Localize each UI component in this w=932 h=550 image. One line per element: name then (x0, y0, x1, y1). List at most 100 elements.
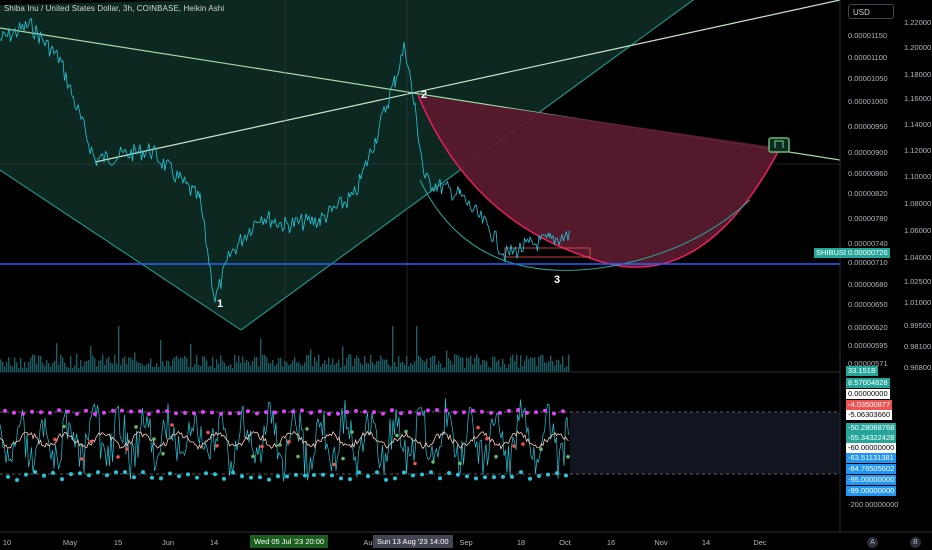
volume-bar (426, 358, 428, 372)
volume-bar (310, 349, 312, 372)
osc-dot-mid (521, 442, 525, 446)
osc-dot-mid (80, 457, 84, 461)
volume-bar (436, 364, 438, 372)
volume-bar (208, 366, 210, 372)
volume-bar (402, 361, 404, 372)
osc-dot-bottom (474, 476, 478, 481)
volume-bar (268, 363, 270, 372)
osc-dot-mid (404, 429, 408, 434)
osc-dot-top (390, 408, 394, 413)
volume-bar (290, 363, 292, 372)
volume-tag: 33.151B (846, 366, 878, 376)
osc-dot-mid (206, 430, 210, 435)
volume-bar (392, 326, 394, 372)
volume-bar (540, 355, 542, 372)
volume-bar (20, 357, 22, 372)
volume-bar (518, 367, 520, 372)
osc-dot-top (435, 408, 439, 412)
price-axis-right-label: 1.14000 (904, 120, 932, 129)
price-axis-left-label: 0.00000650 (848, 300, 888, 309)
osc-dot-top (129, 409, 133, 414)
price-axis-right-label: 1.10000 (904, 172, 932, 181)
osc-dot-top (543, 408, 547, 413)
volume-bar (34, 355, 36, 372)
osc-dot-mid (566, 455, 570, 459)
volume-bar (508, 364, 510, 372)
indicator-tag: -200.00000000 (846, 500, 901, 510)
volume-bar (548, 361, 550, 372)
osc-dot-mid (278, 443, 282, 447)
osc-dot-bottom (546, 472, 550, 477)
volume-bar (498, 359, 500, 372)
osc-dot-top (255, 411, 259, 416)
osc-dot-top (426, 408, 430, 413)
osc-dot-bottom (519, 470, 523, 475)
osc-dot-bottom (195, 475, 199, 480)
volume-bar (204, 356, 206, 372)
price-axis-left-label: 0.00000710 (848, 258, 888, 267)
price-axis-left-label: 0.00000900 (848, 148, 888, 157)
volume-bar (60, 354, 62, 372)
volume-bar (226, 366, 228, 372)
osc-dot-mid (413, 461, 417, 466)
osc-dot-bottom (177, 474, 181, 479)
volume-bar (280, 357, 282, 372)
osc-dot-mid (152, 437, 156, 441)
volume-bar (302, 365, 304, 372)
volume-bar (412, 364, 414, 372)
osc-dot-top (327, 411, 331, 416)
osc-dot-bottom (105, 473, 109, 478)
volume-bar (314, 356, 316, 372)
volume-bar (546, 362, 548, 372)
volume-bar (556, 359, 558, 372)
osc-dot-bottom (60, 477, 64, 482)
indicator-tag: -99.00000000 (846, 486, 897, 496)
volume-bar (370, 355, 372, 372)
volume-bar (560, 364, 562, 372)
volume-bar (424, 361, 426, 372)
price-axis-left-label: 0.00000780 (848, 214, 888, 223)
volume-bar (376, 361, 378, 372)
volume-bar (112, 363, 114, 372)
currency-button[interactable]: USD (848, 4, 894, 19)
osc-dot-bottom (87, 473, 91, 478)
osc-dot-bottom (132, 475, 136, 480)
osc-dot-bottom (186, 472, 190, 477)
volume-bar (386, 359, 388, 372)
volume-bar (218, 363, 220, 372)
osc-dot-bottom (123, 470, 127, 475)
auto-scale-button[interactable]: A (867, 537, 878, 548)
volume-bar (246, 359, 248, 372)
osc-dot-bottom (321, 472, 325, 477)
volume-bar (354, 358, 356, 372)
volume-bar (496, 361, 498, 372)
volume-bar (486, 361, 488, 372)
volume-bar (138, 362, 140, 372)
osc-dot-mid (332, 462, 336, 467)
volume-bar (166, 360, 168, 372)
price-chart[interactable] (0, 0, 932, 550)
volume-bar (442, 367, 444, 372)
volume-bar (504, 363, 506, 372)
indicator-tag: -5.06303660 (846, 410, 893, 420)
last-price-tag: 0.00000726 (846, 248, 890, 258)
volume-bar (324, 360, 326, 372)
osc-dot-bottom (15, 478, 19, 482)
volume-bar (422, 360, 424, 372)
volume-bar (46, 360, 48, 372)
price-axis-right-label: 1.02500 (904, 277, 932, 286)
volume-bar (216, 359, 218, 372)
osc-dot-bottom (492, 475, 496, 480)
osc-dot-top (525, 410, 529, 415)
volume-bar (26, 367, 28, 372)
annotation-1: 1 (217, 298, 224, 310)
log-scale-button[interactable]: B (910, 537, 921, 548)
volume-bar (476, 354, 478, 372)
osc-dot-top (480, 409, 484, 414)
price-axis-left-label: 0.00001150 (848, 31, 888, 40)
osc-dot-bottom (96, 470, 100, 475)
volume-bar (0, 359, 2, 372)
volume-bar (516, 354, 518, 372)
volume-bar (544, 362, 546, 372)
osc-dot-mid (125, 447, 129, 451)
